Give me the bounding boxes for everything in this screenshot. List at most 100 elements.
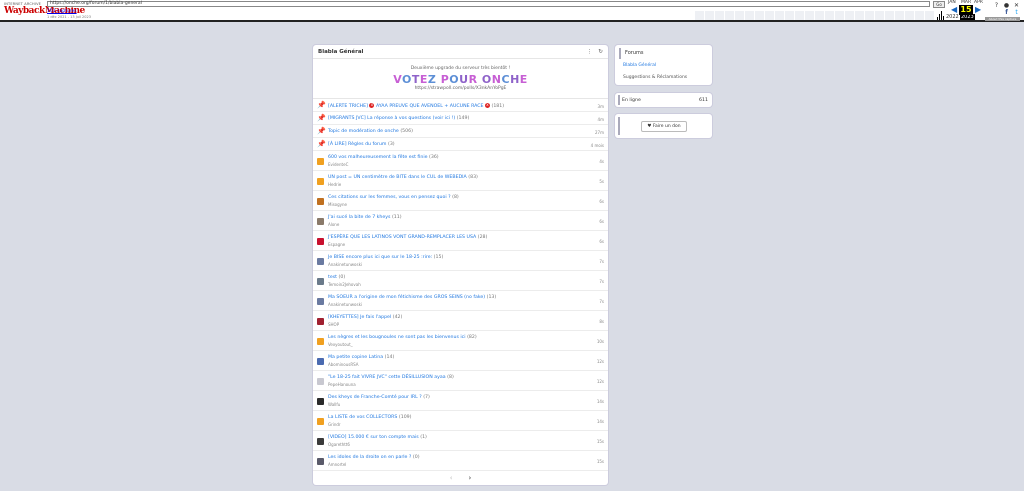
topic-title[interactable]: J'ai sucé la bite de 7 kheys (11) [328,215,402,220]
captures-link[interactable]: 161 captures [47,9,77,14]
url-input[interactable]: https://onche.org/forum/1/blabla-general [47,1,930,7]
forum-link-suggestions[interactable]: Suggestions & Réclamations [623,75,687,80]
topic-title[interactable]: J'ESPÈRE QUE LES LATINOS VONT GRAND-REMP… [328,235,487,240]
topic-row[interactable]: test (0) Temoin2Jehovah 7s [313,271,608,291]
about-capture-link[interactable]: About this capture [985,17,1020,21]
topic-author[interactable]: Anakinetunwoski [328,302,362,307]
topic-title[interactable]: [ALERTE TRICHE] X AYAA PREUVE QUE AVENOE… [328,103,504,109]
topic-title-text[interactable]: Les nègres et les bougnoules ne sont pas… [328,335,466,340]
wayback-logo[interactable]: INTERNET ARCHIVE WaybackMachine [4,2,85,18]
topic-title[interactable]: [MIGRANTS JVC] La réponse à vos question… [328,116,469,121]
topic-author[interactable]: Amnortel [328,462,346,467]
topic-title-text[interactable]: [ALERTE TRICHE] [328,104,368,109]
topic-author[interactable]: Espagne [328,242,345,247]
topic-author[interactable]: PepeHanouna [328,382,356,387]
topic-author[interactable]: Grindr [328,422,341,427]
topic-title[interactable]: 600 vos malheureusement la fête est fini… [328,155,439,160]
topic-author[interactable]: Misogyne [328,202,347,207]
topic-title[interactable]: Les idoles de la droite on en parle ? (0… [328,455,420,460]
topic-row[interactable]: Les idoles de la droite on en parle ? (0… [313,451,608,471]
vote-link[interactable]: https://strawpoll.com/polls/X3nkAnYoPgE [313,86,608,91]
topic-row[interactable]: UN post = UN centimètre de BITE dans le … [313,171,608,191]
more-options-icon[interactable]: ⋮ [587,49,593,55]
topic-author[interactable]: Ogarethtt6 [328,442,350,447]
pinned-topic-row[interactable]: 📌 [MIGRANTS JVC] La réponse à vos questio… [313,112,608,125]
next-page-button[interactable]: › [469,474,472,482]
capture-sparkline[interactable] [695,11,935,20]
topic-title-text[interactable]: "Le 18-25 fait VIVRE JVC" cette DÉSILLUS… [328,375,446,380]
topic-row[interactable]: J'ai sucé la bite de 7 kheys (11) Alone 6s [313,211,608,231]
topic-title[interactable]: [KHEYETTES] Je fais l'appel (42) [328,315,402,320]
topic-title-text[interactable]: Les idoles de la droite on en parle ? [328,455,411,460]
topic-title[interactable]: Ma petite copine Latina (14) [328,355,394,360]
topic-author[interactable]: SHOP [328,322,339,327]
pinned-topic-row[interactable]: 📌 [À LIRE] Règles du forum (3) 4 mois [313,138,608,151]
topic-row[interactable]: [KHEYETTES] Je fais l'appel (42) SHOP 8s [313,311,608,331]
go-button[interactable]: Go [933,1,945,8]
close-icon[interactable]: ✕ [1013,2,1020,9]
topic-title[interactable]: Ces citations sur les femmes, vous en pe… [328,195,459,200]
year-prev[interactable]: 2022 [946,14,959,20]
topic-row[interactable]: 600 vos malheureusement la fête est fini… [313,151,608,171]
topic-title[interactable]: Des kheys de Franche-Comté pour IRL ? (7… [328,395,430,400]
topic-title[interactable]: Ma SOEUR a l'origine de mon fétichisme d… [328,295,496,300]
topic-title-text[interactable]: [MIGRANTS JVC] La réponse à vos question… [328,116,455,121]
capture-histogram[interactable] [936,10,946,20]
topic-row[interactable]: "Le 18-25 fait VIVRE JVC" cette DÉSILLUS… [313,371,608,391]
topic-row[interactable]: Je BISE encore plus ici que sur le 18-25… [313,251,608,271]
topic-title-text[interactable]: test [328,275,337,280]
topic-row[interactable]: [VIDEO] 15.000 € sur ton compte mais (1)… [313,431,608,451]
topic-author[interactable]: Anakinetunwoski [328,262,362,267]
topic-author[interactable]: AbominousRSA [328,362,358,367]
topic-title[interactable]: [À LIRE] Règles du forum (3) [328,142,395,147]
topic-title-text[interactable]: Topic de modération de onche [328,129,399,134]
twitter-icon[interactable]: t [1013,9,1020,16]
pinned-topic-row[interactable]: 📌 [ALERTE TRICHE] X AYAA PREUVE QUE AVENO… [313,99,608,112]
topic-author[interactable]: Alone [328,222,339,227]
forum-link-blabla[interactable]: Blabla Général [623,63,656,68]
topic-title[interactable]: "Le 18-25 fait VIVRE JVC" cette DÉSILLUS… [328,375,454,380]
topic-row[interactable]: Ma SOEUR a l'origine de mon fétichisme d… [313,291,608,311]
topic-title-text[interactable]: [VIDEO] 15.000 € sur ton compte mais [328,435,419,440]
facebook-icon[interactable]: f [1003,9,1010,16]
topic-title[interactable]: La LISTE de vos COLLECTORS (109) [328,415,412,420]
topic-title[interactable]: Topic de modération de onche (506) [328,129,413,134]
topic-title-text[interactable]: La LISTE de vos COLLECTORS [328,415,397,420]
topic-row[interactable]: J'ESPÈRE QUE LES LATINOS VONT GRAND-REMP… [313,231,608,251]
topic-title-text[interactable]: J'ESPÈRE QUE LES LATINOS VONT GRAND-REMP… [328,235,476,240]
prev-capture-icon[interactable]: ◀ [951,6,957,14]
topic-title-text[interactable]: UN post = UN centimètre de BITE dans le … [328,175,467,180]
topic-title[interactable]: [VIDEO] 15.000 € sur ton compte mais (1) [328,435,427,440]
topic-row[interactable]: Les nègres et les bougnoules ne sont pas… [313,331,608,351]
topic-row[interactable]: Ces citations sur les femmes, vous en pe… [313,191,608,211]
topic-row[interactable]: Des kheys de Franche-Comté pour IRL ? (7… [313,391,608,411]
topic-title-text[interactable]: J'ai sucé la bite de 7 kheys [328,215,390,220]
topic-title-text[interactable]: Des kheys de Franche-Comté pour IRL ? [328,395,422,400]
topic-row[interactable]: La LISTE de vos COLLECTORS (109) Grindr 14… [313,411,608,431]
topic-row[interactable]: Ma petite copine Latina (14) AbominousRSA… [313,351,608,371]
help-icon[interactable]: ? [993,2,1000,9]
user-icon[interactable]: ● [1003,2,1010,9]
topic-title-text-2[interactable]: AYAA PREUVE QUE AVENOEL + AUCUNE RACE [376,104,484,109]
topic-author[interactable]: Temoin2Jehovah [328,282,361,287]
refresh-icon[interactable]: ↻ [598,49,603,55]
topic-title-text[interactable]: Ces citations sur les femmes, vous en pe… [328,195,451,200]
topic-author[interactable]: Wallfu [328,402,340,407]
topic-title-text[interactable]: 600 vos malheureusement la fête est fini… [328,155,428,160]
topic-author[interactable]: Vexyoutout_ [328,342,353,347]
pinned-topic-row[interactable]: 📌 Topic de modération de onche (506) 27m [313,125,608,138]
topic-title-text[interactable]: Ma SOEUR a l'origine de mon fétichisme d… [328,295,485,300]
prev-page-button[interactable]: ‹ [450,474,453,482]
topic-title[interactable]: UN post = UN centimètre de BITE dans le … [328,175,478,180]
topic-title[interactable]: test (0) [328,275,345,280]
topic-author[interactable]: EvidenteC [328,162,348,167]
topic-title[interactable]: Je BISE encore plus ici que sur le 18-25… [328,255,443,260]
topic-author[interactable]: Hedrie [328,182,341,187]
topic-title-text[interactable]: Ma petite copine Latina [328,355,383,360]
next-capture-icon[interactable]: ▶ [975,6,981,14]
donate-button[interactable]: ♥ Faire un don [641,121,687,132]
topic-title-text[interactable]: Je BISE encore plus ici que sur le 18-25… [328,255,432,260]
topic-title-text[interactable]: [KHEYETTES] Je fais l'appel [328,315,391,320]
vote-banner[interactable]: VOTEZ POUR ONCHE [313,73,608,86]
topic-title-text[interactable]: [À LIRE] Règles du forum [328,142,387,147]
